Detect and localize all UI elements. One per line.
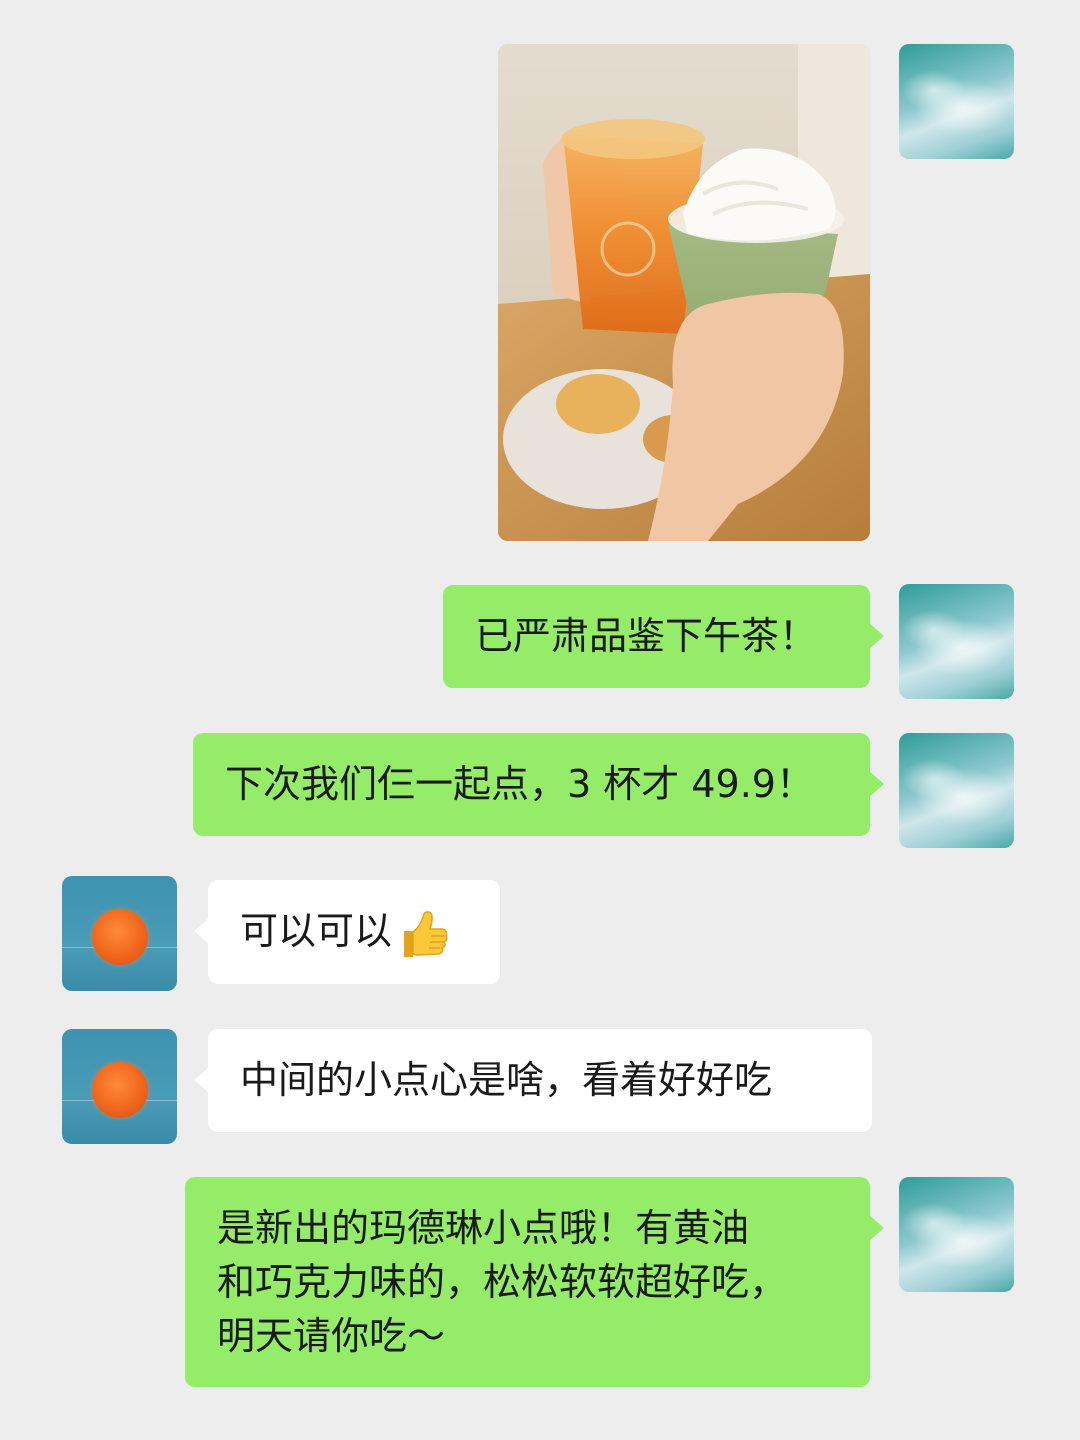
message-text: 已严肃品鉴下午茶！ — [475, 614, 818, 658]
message-bubble-self[interactable]: 下次我们仨一起点，3 杯才 49.9！ — [193, 733, 884, 836]
contact-avatar[interactable] — [62, 876, 177, 991]
message-text: 下次我们仨一起点，3 杯才 49.9！ — [225, 762, 814, 806]
message-text-line: 是新出的玛德琳小点哦！有黄油 — [217, 1206, 750, 1250]
message-bubble-self[interactable]: 是新出的玛德琳小点哦！有黄油 和巧克力味的，松松软软超好吃， 明天请你吃～ — [185, 1177, 884, 1387]
self-avatar[interactable] — [899, 584, 1014, 699]
message-text: 可以可以 — [240, 909, 393, 953]
message-line: 可以可以 — [240, 904, 468, 961]
message-text-line: 和巧克力味的，松松软软超好吃， — [217, 1260, 788, 1304]
drinks-photo-image — [498, 44, 870, 541]
photo-message-drinks[interactable] — [498, 44, 870, 541]
contact-avatar[interactable] — [62, 1029, 177, 1144]
message-bubble-self[interactable]: 已严肃品鉴下午茶！ — [443, 585, 884, 688]
self-avatar[interactable] — [899, 44, 1014, 159]
message-bubble-contact[interactable]: 中间的小点心是啥，看着好好吃 — [194, 1029, 872, 1132]
self-avatar[interactable] — [899, 1177, 1014, 1292]
self-avatar[interactable] — [899, 733, 1014, 848]
message-text: 中间的小点心是啥，看着好好吃 — [240, 1058, 773, 1102]
thumbs-up-icon — [396, 907, 450, 961]
message-text-line: 明天请你吃～ — [217, 1314, 446, 1358]
message-bubble-contact[interactable]: 可以可以 — [194, 880, 500, 984]
avatar-sun — [92, 909, 148, 965]
avatar-sun — [92, 1062, 148, 1118]
